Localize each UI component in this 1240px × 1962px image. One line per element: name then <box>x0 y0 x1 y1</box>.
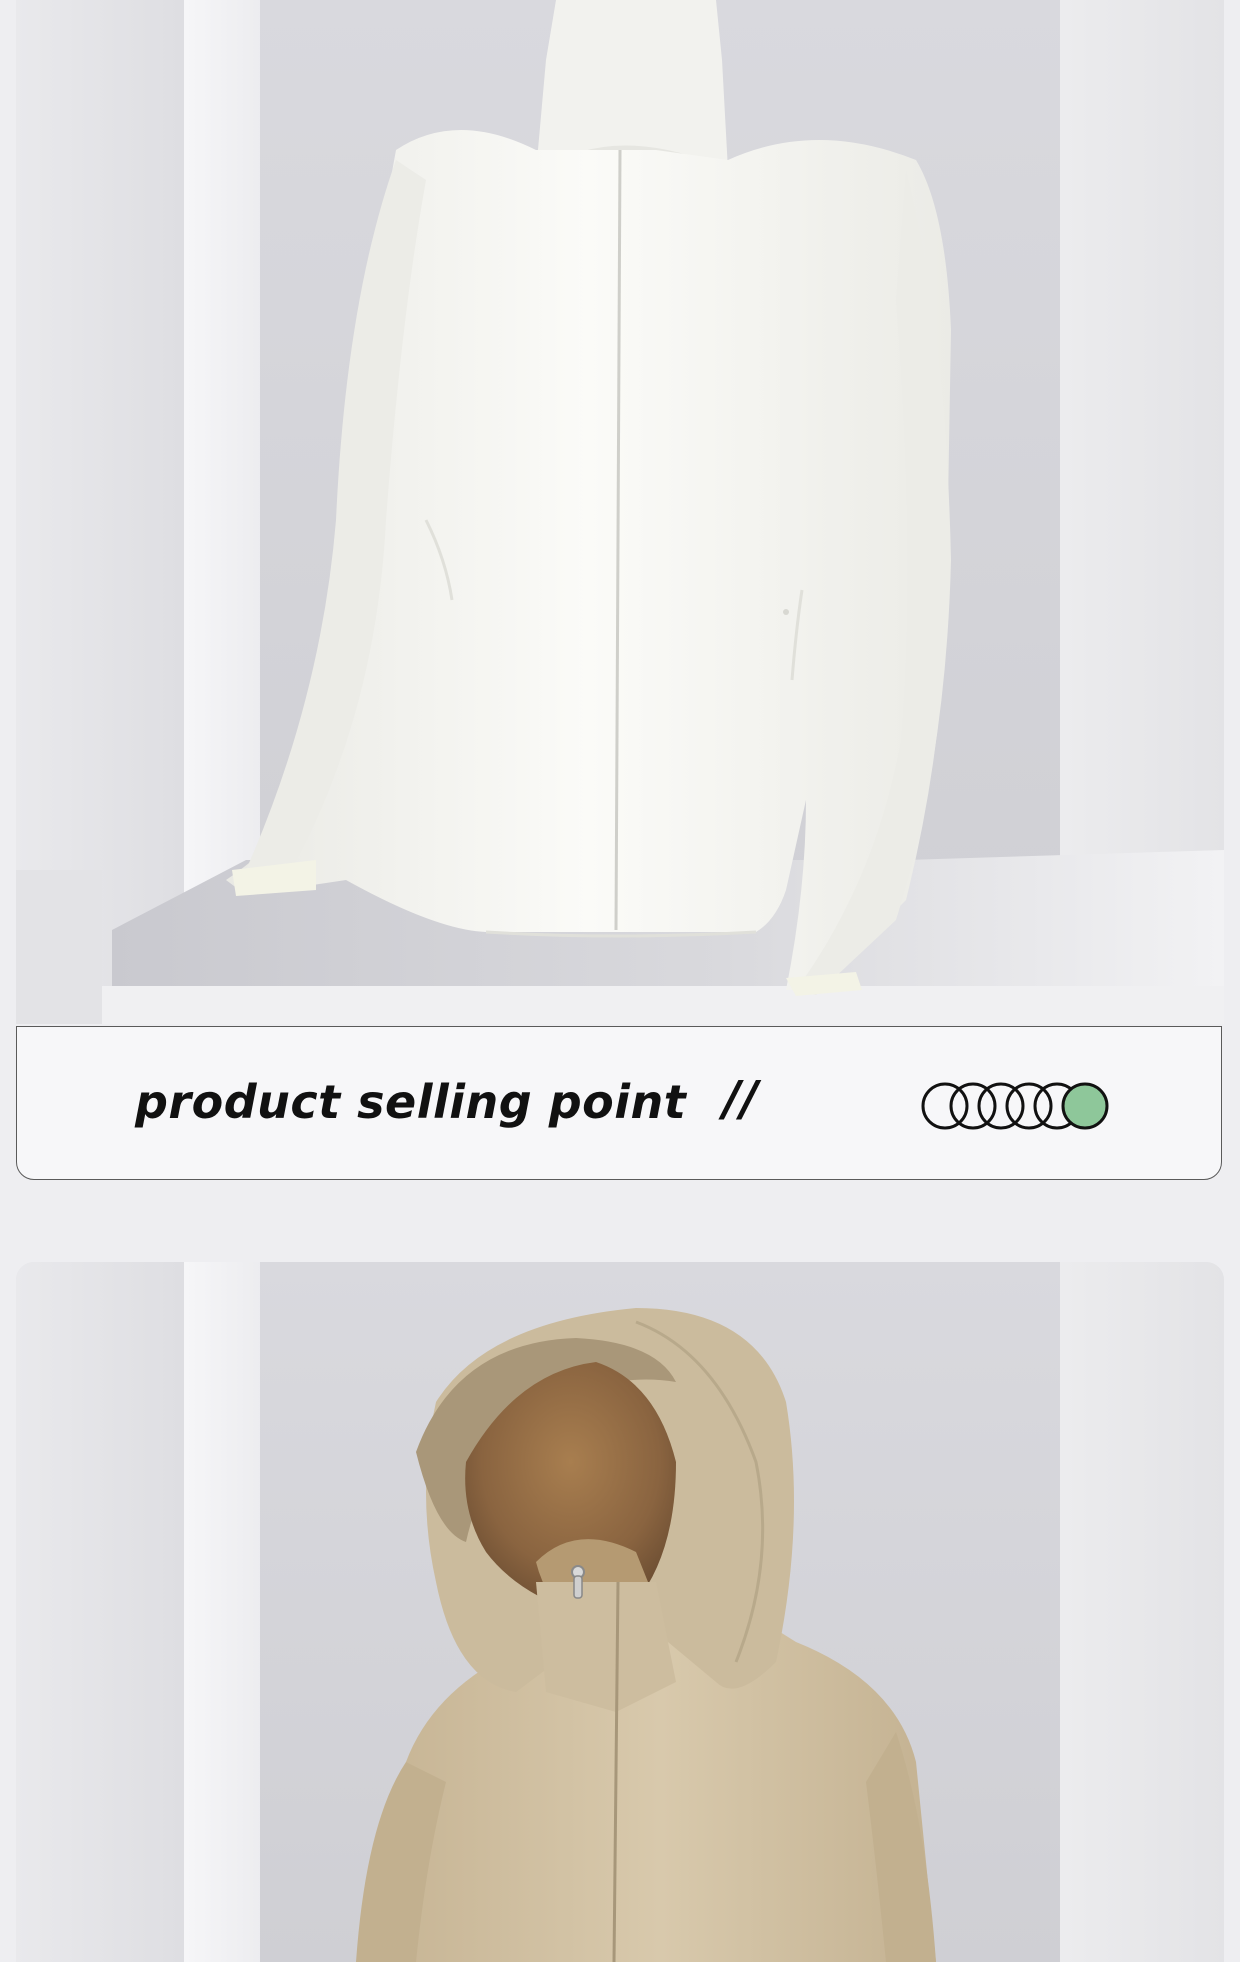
progress-indicator <box>921 1082 1109 1130</box>
white-jacket-illustration <box>16 0 1224 1024</box>
banner-title: product selling point <box>135 1075 687 1129</box>
khaki-jacket-illustration <box>356 1308 936 1962</box>
indicator-dot-active <box>1061 1082 1109 1130</box>
indicator-dots <box>921 1082 1109 1130</box>
indicator-dot <box>949 1082 997 1130</box>
indicator-dot <box>977 1082 1025 1130</box>
indicator-dot <box>1005 1082 1053 1130</box>
banner-separator: // <box>723 1071 759 1127</box>
indicator-dot <box>921 1082 969 1130</box>
product-photo-khaki-jacket <box>16 1262 1224 1962</box>
product-photo-white-jacket <box>16 0 1224 1024</box>
selling-point-banner: product selling point // <box>16 1026 1222 1180</box>
